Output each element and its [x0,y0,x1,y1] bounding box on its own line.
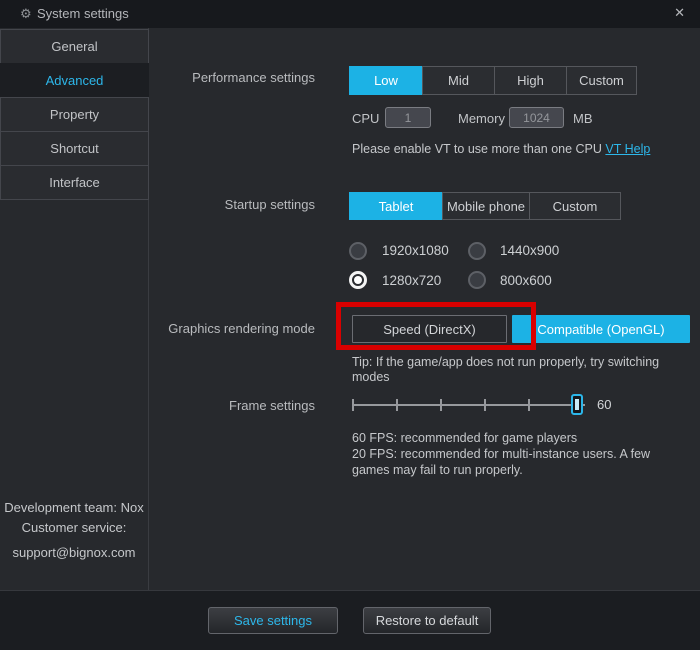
graphics-tip-line1: Tip: If the game/app does not run proper… [352,355,692,370]
fps-value: 60 [597,397,611,412]
fps-tick-3 [440,399,442,411]
performance-high-button[interactable]: High [494,66,567,95]
vt-notice-text: Please enable VT to use more than one CP… [352,142,602,156]
vt-notice: Please enable VT to use more than one CP… [352,141,650,157]
startup-custom-button[interactable]: Custom [529,192,621,220]
sidebar-item-property[interactable]: Property [0,97,149,132]
memory-unit-label: MB [573,111,593,126]
startup-type-group: Tablet Mobile phone Custom [350,192,621,220]
fps-note-line3: games may fail to run properly. [352,462,692,478]
compatible-opengl-button[interactable]: Compatible (OpenGL) [512,315,690,343]
title-bar: ⚙ System settings ✕ [0,0,700,28]
fps-tick-1 [352,399,354,411]
vt-help-link[interactable]: VT Help [605,142,650,156]
graphics-rendering-mode-label: Graphics rendering mode [150,321,315,336]
sidebar-item-interface[interactable]: Interface [0,165,149,200]
graphics-tip: Tip: If the game/app does not run proper… [352,355,692,385]
cpu-label: CPU [352,111,379,126]
radio-1280x720[interactable] [349,271,367,289]
close-icon[interactable]: ✕ [674,5,685,21]
sidebar-item-general[interactable]: General [0,29,149,64]
fps-note-line1: 60 FPS: recommended for game players [352,430,692,446]
memory-label: Memory [458,111,505,126]
dev-team-text: Development team: Nox [0,500,148,515]
save-settings-button[interactable]: Save settings [208,607,338,634]
radio-dot [354,276,362,284]
memory-input[interactable] [509,107,564,128]
performance-custom-button[interactable]: Custom [566,66,637,95]
startup-mobile-phone-button[interactable]: Mobile phone [442,192,530,220]
system-settings-window: ⚙ System settings ✕ General Advanced Pro… [0,0,700,650]
cpu-input[interactable] [385,107,431,128]
fps-tick-4 [484,399,486,411]
performance-settings-label: Performance settings [150,70,315,85]
gear-icon: ⚙ [20,6,32,22]
fps-notes: 60 FPS: recommended for game players 20 … [352,430,692,478]
fps-slider-handle[interactable] [571,394,583,415]
sidebar-item-advanced[interactable]: Advanced [0,63,149,98]
graphics-tip-line2: modes [352,370,692,385]
sidebar-item-shortcut[interactable]: Shortcut [0,131,149,166]
resolution-1920x1080-label: 1920x1080 [382,243,449,258]
fps-slider-track[interactable] [352,404,585,406]
radio-800x600[interactable] [468,271,486,289]
fps-note-line2: 20 FPS: recommended for multi-instance u… [352,446,692,462]
bottom-bar: Save settings Restore to default [0,590,700,650]
restore-default-button[interactable]: Restore to default [363,607,491,634]
resolution-800x600-label: 800x600 [500,273,552,288]
resolution-1440x900-label: 1440x900 [500,243,559,258]
performance-mid-button[interactable]: Mid [422,66,495,95]
startup-tablet-button[interactable]: Tablet [349,192,443,220]
startup-settings-label: Startup settings [150,197,315,212]
performance-preset-group: Low Mid High Custom [350,66,637,95]
support-email-text: support@bignox.com [0,545,148,560]
fps-tick-5 [528,399,530,411]
fps-slider-handle-stripe [575,399,579,410]
performance-low-button[interactable]: Low [349,66,423,95]
resolution-1280x720-label: 1280x720 [382,273,441,288]
customer-service-text: Customer service: [0,520,148,535]
fps-tick-2 [396,399,398,411]
radio-1920x1080[interactable] [349,242,367,260]
frame-settings-label: Frame settings [150,398,315,413]
radio-1440x900[interactable] [468,242,486,260]
red-annotation-rectangle [336,302,536,350]
window-title: System settings [37,6,129,21]
